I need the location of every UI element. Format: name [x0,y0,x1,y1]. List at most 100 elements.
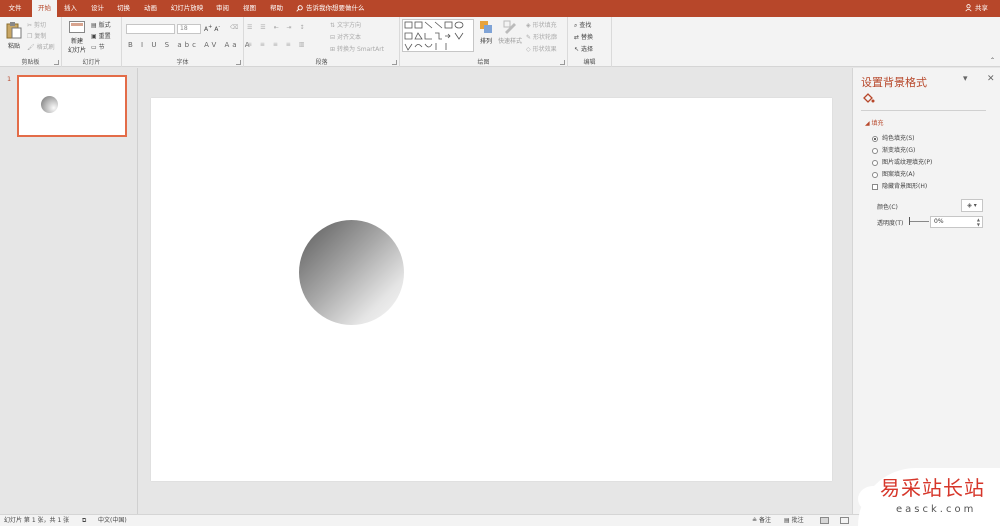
align-text-button[interactable]: ⊟ 对齐文本 [330,32,361,41]
tab-review[interactable]: 审阅 [210,0,235,17]
clipboard-launcher-icon[interactable] [54,60,59,65]
list-buttons-icon[interactable]: ☰ ☰ ⇤ ⇥ ↕ [247,24,307,31]
drawing-group-label: 绘图 [477,59,490,66]
fill-option-gradient-label: 渐变填充(G) [882,147,916,154]
color-picker-button[interactable]: ◈ ▾ [961,199,983,212]
format-background-pane: 设置背景格式 ▾ ✕ ◢ 填充 纯色填充(S) 渐变填充(G) 图片或纹理填充(… [852,68,1000,514]
tab-home[interactable]: 开始 [32,0,57,17]
share-button[interactable]: 共享 [965,0,988,17]
format-painter-button[interactable]: 🖌 格式刷 [27,42,55,51]
fill-tab-icon[interactable] [862,93,875,106]
fill-section-label: 填充 [871,120,884,127]
tab-animations[interactable]: 动画 [138,0,163,17]
slide-sorter-view-icon[interactable] [840,517,849,524]
arrange-label: 排列 [479,38,492,45]
tell-me-search[interactable]: 告诉我你想要做什么 [296,0,365,17]
fill-option-picture[interactable]: 图片或纹理填充(P) [872,157,932,166]
smartart-button[interactable]: ⊞ 转换为 SmartArt [330,44,384,53]
font-format-buttons[interactable]: B I U S abc AV Aa A [128,41,253,49]
layout-button[interactable]: ▤ 版式 [91,20,111,29]
paste-button[interactable]: 粘贴 [4,21,24,50]
new-slide-button[interactable]: 新建 幻灯片 [65,21,89,54]
tab-transitions[interactable]: 切换 [111,0,136,17]
text-direction-button[interactable]: ⇅ 文字方向 [330,20,361,29]
status-bar: 幻灯片 第 1 张，共 1 张 ⧉ 中文(中国) ≗ 备注 ▤ 批注 [0,514,1000,526]
select-button[interactable]: ↖ 选择 [574,44,593,53]
transparency-input[interactable]: 0% ▲ ▼ [930,216,983,228]
checkbox-hide-graphics[interactable] [872,183,878,190]
copy-button[interactable]: ❐ 复制 [27,31,46,40]
pen-icon: ✎ [526,34,532,41]
align-buttons-icon[interactable]: ≡ ≡ ≡ ≡ ▥ [247,41,307,48]
thumbnail-circle-shape [41,96,58,113]
spellcheck-icon[interactable]: ⧉ [82,516,86,526]
fill-section-header[interactable]: ◢ 填充 [865,118,884,127]
radio-picture[interactable] [872,159,878,166]
drawing-launcher-icon[interactable] [560,60,565,65]
arrange-button[interactable]: 排列 [478,20,494,45]
paint-bucket-icon [863,93,875,103]
clipboard-group-label: 剪贴板 [21,59,40,66]
font-launcher-icon[interactable] [236,60,241,65]
section-icon: ▭ [91,44,97,51]
comments-button[interactable]: ▤ 批注 [784,516,804,526]
tab-design[interactable]: 设计 [85,0,110,17]
font-size-adjust-icon[interactable]: A+ A- [204,24,220,33]
language-status[interactable]: 中文(中国) [98,516,127,526]
normal-view-icon[interactable] [820,517,829,524]
radio-solid[interactable] [872,135,878,142]
notes-button[interactable]: ≗ 备注 [752,516,771,526]
font-name-field[interactable] [126,24,175,34]
tab-slideshow[interactable]: 幻灯片放映 [166,0,208,17]
clear-formatting-icon[interactable]: ⌫ [230,24,238,31]
section-button[interactable]: ▭ 节 [91,42,105,51]
color-label: 颜色(C) [877,204,898,211]
gradient-circle-shape[interactable] [299,220,404,325]
shapes-gallery[interactable] [402,19,474,52]
shape-fill-button[interactable]: ◈ 形状填充 [526,20,557,29]
paint-bucket-icon: ◈ [526,22,531,29]
tab-view[interactable]: 视图 [237,0,262,17]
close-icon[interactable]: ✕ [987,74,995,84]
new-slide-label-2: 幻灯片 [67,47,86,54]
comments-label: 批注 [791,517,804,524]
cut-button[interactable]: ✂ 剪切 [27,20,46,29]
copy-label: 复制 [34,33,47,40]
slide-canvas[interactable] [151,98,832,481]
hide-graphics-label: 隐藏背景图形(H) [882,183,928,190]
fill-option-pattern[interactable]: 图案填充(A) [872,169,915,178]
fill-option-solid[interactable]: 纯色填充(S) [872,133,915,142]
replace-label: 替换 [581,34,594,41]
fill-option-gradient[interactable]: 渐变填充(G) [872,145,915,154]
tab-help[interactable]: 帮助 [264,0,289,17]
quick-styles-button[interactable]: 快速样式 [498,20,522,45]
hide-graphics-checkbox[interactable]: 隐藏背景图形(H) [872,181,927,190]
notes-label: 备注 [758,517,771,524]
transparency-slider-thumb[interactable] [909,217,910,225]
transparency-label: 透明度(T) [877,220,904,227]
slide-thumbnail[interactable] [17,75,127,137]
paragraph-launcher-icon[interactable] [392,60,397,65]
collapse-ribbon-icon[interactable]: ⌃ [990,57,995,64]
spinner-arrows-icon[interactable]: ▲ ▼ [977,217,980,227]
radio-gradient[interactable] [872,147,878,154]
watermark-url: easck.com [896,504,977,515]
shape-effects-button[interactable]: ◇ 形状效果 [526,44,557,53]
fill-option-picture-label: 图片或纹理填充(P) [882,159,933,166]
slide-editor [139,68,852,514]
find-button[interactable]: ⌕ 查找 [574,20,591,30]
reset-button[interactable]: ▣ 重置 [91,31,111,40]
comment-icon: ▤ [784,517,792,524]
tab-file[interactable]: 文件 [0,0,30,17]
shape-outline-button[interactable]: ✎ 形状轮廓 [526,32,557,41]
transparency-value: 0% [934,218,944,225]
align-text-label: 对齐文本 [337,34,362,41]
find-label: 查找 [579,22,592,29]
font-size-field[interactable]: 18 [177,24,201,34]
watermark: 易采站长站 easck.com [858,468,1000,526]
tab-insert[interactable]: 插入 [58,0,83,17]
radio-pattern[interactable] [872,171,878,178]
replace-button[interactable]: ⇄ 替换 [574,32,593,41]
transparency-slider-track[interactable] [909,221,929,222]
pane-options-icon[interactable]: ▾ [963,74,968,84]
